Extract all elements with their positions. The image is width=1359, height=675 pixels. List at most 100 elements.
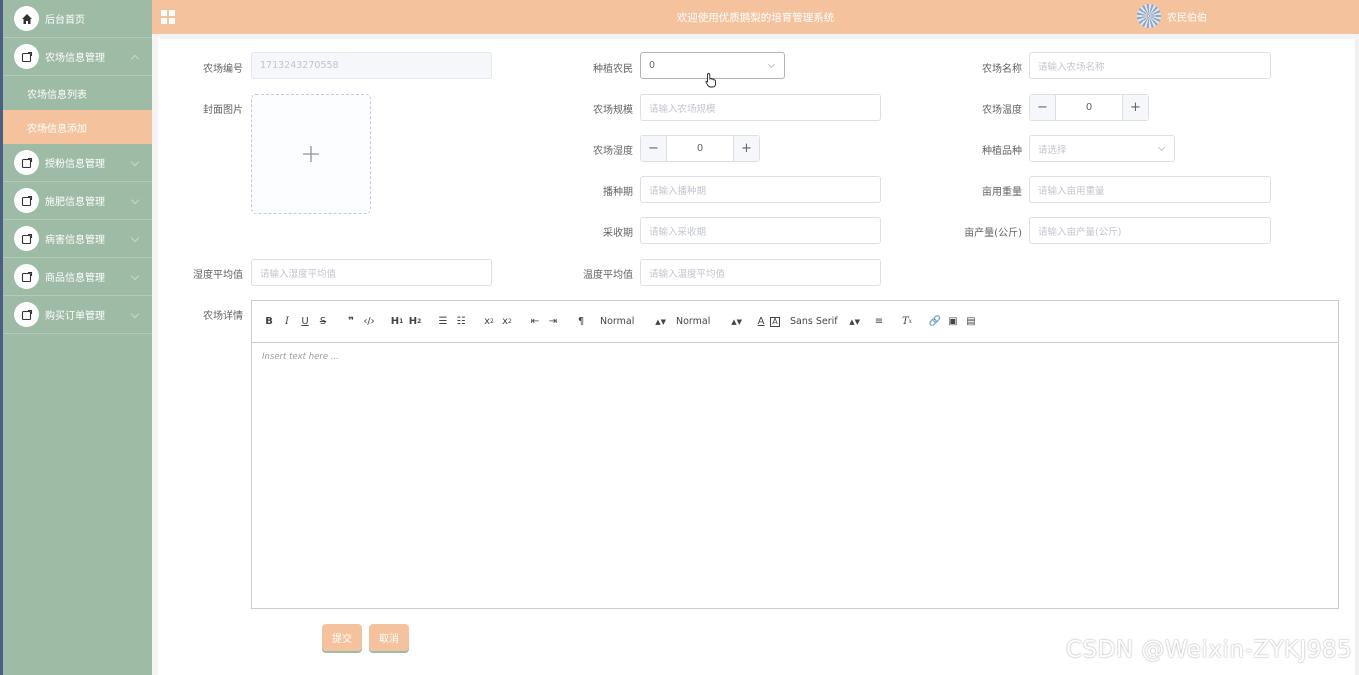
sidebar-item-label: 后台首页 [45, 15, 85, 26]
font-picker[interactable]: Sans Serif ▲▼ [790, 316, 860, 327]
farm-humidity-stepper[interactable]: − 0 + [640, 135, 760, 162]
sidebar-item-label: 施肥信息管理 [45, 197, 105, 208]
submit-button[interactable]: 提交 [322, 624, 362, 651]
clear-format-icon[interactable]: Tx [898, 313, 916, 331]
sidebar-item-disease[interactable]: 病害信息管理 [3, 220, 152, 258]
humidity-avg-input[interactable]: 请输入湿度平均值 [251, 259, 492, 286]
increment-button[interactable]: + [1122, 95, 1148, 120]
farm-name-placeholder: 请输入农场名称 [1038, 61, 1105, 73]
strike-button[interactable]: S [314, 313, 332, 331]
image-icon[interactable]: ▣ [944, 313, 962, 331]
italic-button[interactable]: I [278, 313, 296, 331]
top-header: 欢迎使用优质鹅梨的培育管理系统 农民伯伯 [152, 0, 1359, 34]
sidebar-item-orders[interactable]: 购买订单管理 [3, 296, 152, 334]
decrement-button[interactable]: − [1030, 95, 1056, 120]
farm-name-input[interactable]: 请输入农场名称 [1029, 52, 1271, 79]
decrement-button[interactable]: − [641, 136, 667, 161]
edit-icon [14, 150, 39, 175]
chevron-down-icon [130, 157, 140, 167]
chevron-down-icon [130, 309, 140, 319]
sidebar-item-home[interactable]: 后台首页 [3, 0, 152, 38]
fert-amount-input[interactable]: 请输入亩用重量 [1029, 176, 1271, 203]
farm-no-input: 1713243270558 [251, 52, 492, 79]
farm-scale-placeholder: 请输入农场规模 [649, 103, 716, 115]
size-picker[interactable]: Normal ▲▼ [676, 316, 742, 327]
up-down-icon: ▲▼ [731, 317, 742, 326]
align-icon[interactable]: ≡ [870, 313, 888, 331]
up-down-icon: ▲▼ [849, 317, 860, 326]
chevron-down-icon [130, 271, 140, 281]
yield-label: 亩产量(公斤) [964, 228, 1022, 239]
edit-icon [14, 226, 39, 251]
sidebar-subitem-farm-add[interactable]: 农场信息添加 [3, 110, 152, 144]
text-direction-icon[interactable]: ¶ [572, 313, 590, 331]
yield-input[interactable]: 请输入亩产量(公斤) [1029, 217, 1271, 244]
edit-icon [14, 264, 39, 289]
farm-humidity-label: 农场湿度 [593, 146, 633, 157]
cover-upload[interactable] [251, 94, 371, 214]
farmer-value: 0 [649, 60, 656, 71]
farm-no-label: 农场编号 [203, 64, 243, 75]
editor-content[interactable]: Insert text here ... [252, 343, 1338, 371]
font-picker-value: Sans Serif [790, 316, 838, 327]
farmer-label: 种植农民 [593, 64, 633, 75]
home-icon [14, 6, 39, 31]
variety-label: 种植品种 [982, 146, 1022, 157]
sidebar-item-pollination[interactable]: 授粉信息管理 [3, 144, 152, 182]
background-color-icon[interactable]: A [770, 316, 780, 327]
sidebar-item-label: 病害信息管理 [45, 235, 105, 246]
header-picker[interactable]: Normal ▲▼ [600, 316, 666, 327]
farm-temp-stepper[interactable]: − 0 + [1029, 94, 1149, 121]
link-icon[interactable]: 🔗 [926, 313, 944, 331]
heading-2-button[interactable]: H2 [406, 313, 424, 331]
farm-scale-label: 农场规模 [593, 105, 633, 116]
rich-text-editor: B I U S ❞ ‹/› H1 H2 ☰ ☷ x2 x2 ⇤ ⇥ ¶ Norm… [251, 300, 1339, 609]
indent-icon[interactable]: ⇥ [544, 313, 562, 331]
header-picker-value: Normal [600, 316, 635, 327]
user-menu[interactable]: 农民伯伯 [1137, 4, 1207, 28]
code-block-icon[interactable]: ‹/› [360, 313, 378, 331]
cover-label: 封面图片 [203, 105, 243, 116]
farm-scale-input[interactable]: 请输入农场规模 [640, 94, 881, 121]
sowing-placeholder: 请输入播种期 [649, 185, 707, 197]
variety-select[interactable]: 请选择 [1029, 135, 1175, 162]
header-divider [152, 34, 1359, 39]
bold-button[interactable]: B [260, 313, 278, 331]
harvest-input[interactable]: 请输入采收期 [640, 217, 881, 244]
sidebar-item-goods[interactable]: 商品信息管理 [3, 258, 152, 296]
increment-button[interactable]: + [733, 136, 759, 161]
avatar [1137, 4, 1161, 28]
blockquote-icon[interactable]: ❞ [342, 313, 360, 331]
sowing-input[interactable]: 请输入播种期 [640, 176, 881, 203]
sowing-label: 播种期 [603, 187, 633, 198]
sidebar-item-farm-info[interactable]: 农场信息管理 [3, 38, 152, 76]
sidebar-subitem-label: 农场信息添加 [27, 123, 87, 135]
up-down-icon: ▲▼ [655, 317, 666, 326]
sidebar-item-fertilization[interactable]: 施肥信息管理 [3, 182, 152, 220]
farm-temp-value[interactable]: 0 [1056, 95, 1122, 120]
chevron-down-icon [130, 233, 140, 243]
scrollbar[interactable] [1355, 39, 1359, 675]
edit-icon [14, 302, 39, 327]
chevron-down-icon [1157, 143, 1166, 152]
sidebar-item-label: 农场信息管理 [45, 53, 105, 64]
fert-amount-placeholder: 请输入亩用重量 [1038, 185, 1105, 197]
size-picker-value: Normal [676, 316, 711, 327]
heading-1-button[interactable]: H1 [388, 313, 406, 331]
superscript-button[interactable]: x2 [498, 313, 516, 331]
outdent-icon[interactable]: ⇤ [526, 313, 544, 331]
farm-name-label: 农场名称 [982, 64, 1022, 75]
temp-avg-input[interactable]: 请输入温度平均值 [640, 259, 881, 286]
user-name: 农民伯伯 [1167, 12, 1207, 24]
underline-button[interactable]: U [296, 313, 314, 331]
bullet-list-icon[interactable]: ☷ [452, 313, 470, 331]
subscript-button[interactable]: x2 [480, 313, 498, 331]
temp-avg-label: 温度平均值 [583, 270, 633, 281]
ordered-list-icon[interactable]: ☰ [434, 313, 452, 331]
sidebar-item-label: 购买订单管理 [45, 311, 105, 322]
font-color-icon[interactable]: A [752, 313, 770, 331]
farm-humidity-value[interactable]: 0 [667, 136, 733, 161]
cancel-button[interactable]: 取消 [369, 624, 409, 651]
video-icon[interactable]: ▤ [962, 313, 980, 331]
sidebar-subitem-farm-list[interactable]: 农场信息列表 [3, 76, 152, 110]
